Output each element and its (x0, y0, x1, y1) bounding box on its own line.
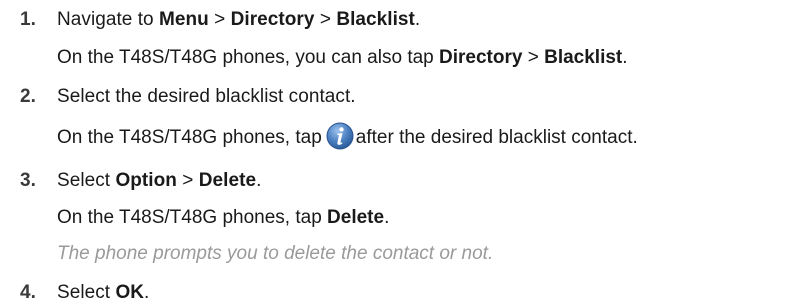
step-instruction: Select Option > Delete. (57, 169, 261, 193)
step-instruction: Navigate to Menu > Directory > Blacklist… (57, 8, 420, 32)
step-3-sub: On the T48S/T48G phones, tap Delete. (57, 206, 389, 230)
step-number: 4. (20, 282, 36, 303)
text-run: . (384, 207, 390, 228)
delete-term: Delete (327, 207, 385, 228)
step-number: 2. (20, 86, 36, 107)
separator: > (314, 9, 337, 30)
info-icon (326, 122, 354, 150)
blacklist-term: Blacklist (544, 47, 623, 68)
ok-term: OK (115, 282, 145, 303)
step-instruction: Select the desired blacklist contact. (57, 86, 356, 107)
step-3-note: The phone prompts you to delete the cont… (57, 243, 494, 264)
text-run: after the desired blacklist contact. (355, 127, 638, 148)
step-number: 3. (20, 170, 36, 191)
text-run: Select (57, 282, 116, 303)
text-run: Select (57, 170, 116, 191)
step-2-sub: On the T48S/T48G phones, tap after the d… (57, 122, 638, 150)
text-run: . (622, 47, 628, 68)
menu-term: Menu (159, 9, 209, 30)
directory-term: Directory (230, 9, 315, 30)
step-number: 1. (20, 9, 36, 30)
text-run: . (144, 282, 150, 303)
directory-term: Directory (439, 47, 523, 68)
separator: > (208, 9, 231, 30)
text-run: On the T48S/T48G phones, you can also ta… (57, 47, 440, 68)
blacklist-term: Blacklist (336, 9, 415, 30)
text-run: Navigate to (57, 9, 159, 30)
text-run: . (256, 170, 262, 191)
text-run: On the T48S/T48G phones, tap (57, 207, 328, 228)
step-instruction: Select OK. (57, 281, 149, 305)
delete-term: Delete (198, 170, 257, 191)
step-1-sub: On the T48S/T48G phones, you can also ta… (57, 46, 628, 70)
text-run: On the T48S/T48G phones, tap (57, 127, 322, 148)
separator: > (522, 47, 545, 68)
text-run: . (414, 9, 421, 30)
separator: > (176, 170, 199, 191)
option-term: Option (115, 170, 177, 191)
